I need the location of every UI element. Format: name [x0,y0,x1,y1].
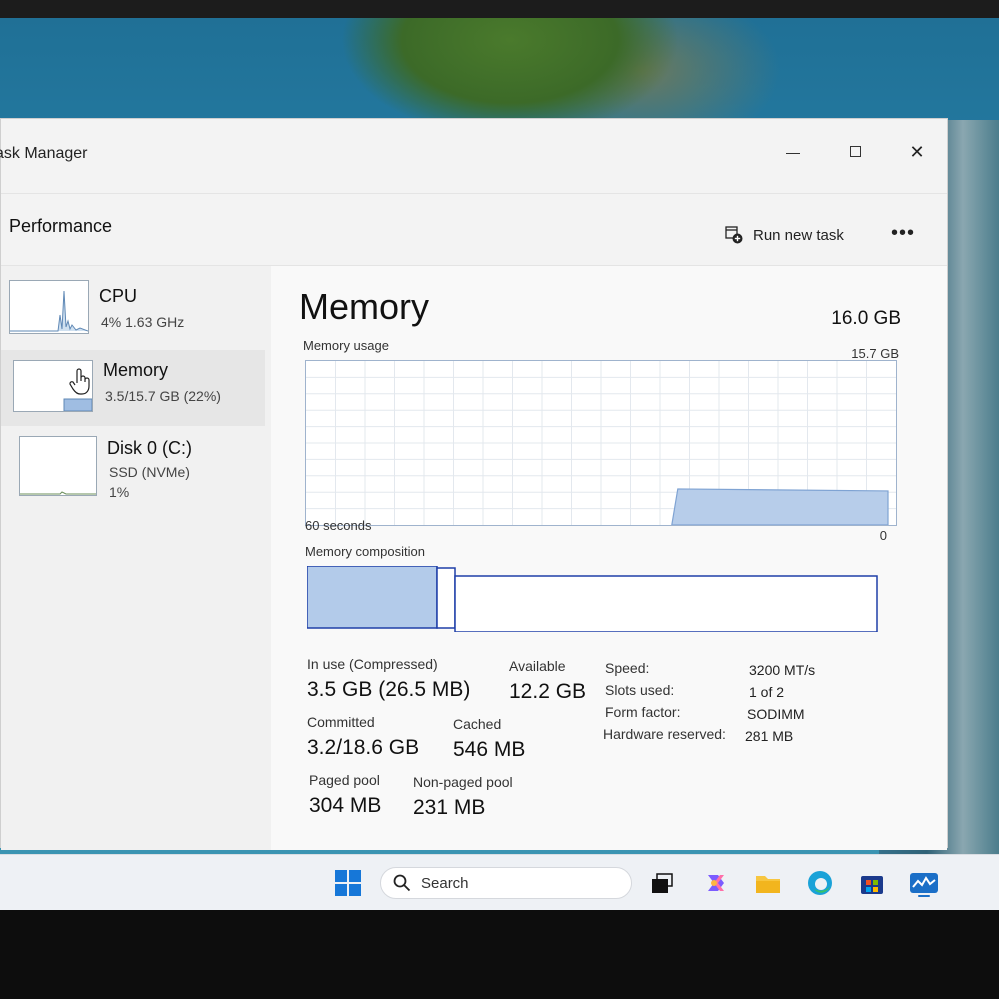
microsoft-store-icon[interactable] [858,869,886,897]
taskbar: Search [0,854,999,911]
run-new-task-label: Run new task [753,226,844,244]
close-button[interactable]: ✕ [897,139,937,165]
edge-browser-icon[interactable] [806,869,834,897]
memory-usage-label: Memory usage [303,338,389,353]
time-span-label: 60 seconds [305,518,372,533]
total-memory: 16.0 GB [831,308,901,329]
cpu-usage-text: 4% 1.63 GHz [101,314,185,330]
memory-usage-text: 3.5/15.7 GB (22%) [105,388,221,404]
committed-value: 3.2/18.6 GB [307,736,420,759]
file-explorer-icon[interactable] [754,869,782,897]
page-title: Performance [9,216,113,236]
sidebar-item-label: CPU [99,286,138,306]
nonpaged-pool-value: 231 MB [413,796,486,819]
sidebar-item-memory[interactable]: Memory 3.5/15.7 GB (22%) [1,350,265,426]
search-placeholder: Search [421,874,469,892]
graph-zero-label: 0 [879,528,887,543]
in-use-label: In use (Compressed) [307,656,438,672]
maximize-button[interactable] [835,139,875,165]
run-new-task-button[interactable]: Run new task [725,222,844,248]
hand-cursor-icon [69,368,90,395]
spec-value: 1 of 2 [749,684,785,700]
task-manager-window: ask Manager — ✕ Performance Run new task… [0,118,948,850]
spec-value: 281 MB [745,728,794,744]
screen-bezel-bottom [0,910,999,999]
sidebar-item-label: Memory [103,360,169,380]
task-manager-taskbar-icon[interactable] [908,869,940,897]
nonpaged-pool-label: Non-paged pool [413,774,513,790]
sidebar-item-cpu[interactable]: CPU 4% 1.63 GHz [1,272,265,348]
available-label: Available [509,658,566,674]
cached-value: 546 MB [453,738,526,761]
copilot-icon[interactable] [702,869,730,897]
spec-value: 3200 MT/s [749,662,816,678]
minimize-button[interactable]: — [773,139,813,165]
available-value: 12.2 GB [509,680,587,703]
task-view-icon[interactable] [648,869,676,897]
command-bar: Performance Run new task ••• [1,193,947,266]
memory-composition-label: Memory composition [305,544,425,559]
spec-key: Speed: [605,660,650,676]
performance-sidebar: CPU 4% 1.63 GHz Memory 3.5/15.7 GB (22%)… [1,265,271,850]
memory-composition-bar [307,566,878,632]
spec-key: Slots used: [605,682,675,698]
start-button[interactable] [334,869,362,897]
search-icon [393,874,411,892]
spec-key: Form factor: [605,704,681,720]
sidebar-item-disk[interactable]: Disk 0 (C:) SSD (NVMe) 1% [1,428,265,504]
disk-thumbnail-graph [19,436,97,496]
run-task-icon [725,226,743,244]
more-options-button[interactable]: ••• [891,222,915,245]
cached-label: Cached [453,716,502,732]
committed-label: Committed [307,714,375,730]
usage-max-label: 15.7 GB [851,346,899,361]
paged-pool-value: 304 MB [309,794,382,817]
sidebar-item-label: Disk 0 (C:) [107,438,192,458]
in-use-value: 3.5 GB (26.5 MB) [307,678,471,701]
disk-type-text: SSD (NVMe) [109,464,190,480]
window-title: ask Manager [0,145,88,162]
detail-title: Memory [299,286,430,327]
spec-value: SODIMM [747,706,805,722]
maximize-icon [849,146,861,157]
paged-pool-label: Paged pool [309,772,380,788]
memory-usage-area [671,488,889,525]
disk-usage-text: 1% [109,484,130,500]
spec-key: Hardware reserved: [603,726,726,742]
cpu-thumbnail-graph [9,280,89,334]
title-bar[interactable]: ask Manager — ✕ [0,119,947,191]
screen-bezel-top [0,0,999,18]
taskbar-search-box[interactable]: Search [380,867,632,899]
memory-usage-graph [305,360,897,526]
memory-detail-panel: Memory 16.0 GB Memory usage 15.7 GB 60 s… [271,265,947,850]
